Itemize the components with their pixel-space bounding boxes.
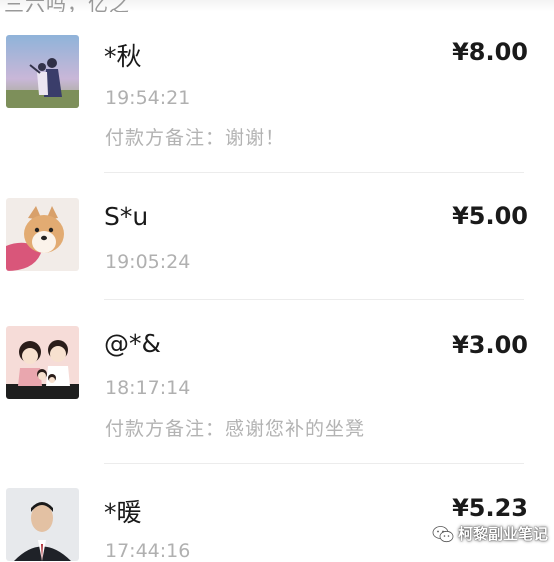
payment-remark: 付款方备注：感谢您补的坐凳 (105, 418, 366, 440)
avatar (6, 488, 79, 561)
avatar (6, 198, 79, 271)
avatar (6, 35, 79, 108)
payment-time: 18:17:14 (105, 377, 191, 399)
payment-amount: ¥8.00 (452, 38, 528, 66)
payment-time: 19:05:24 (105, 251, 191, 273)
payer-name: S*u (104, 202, 149, 231)
watermark-text: 柯黎副业笔记 (457, 525, 548, 543)
payment-time: 19:54:21 (105, 87, 191, 109)
divider (104, 299, 524, 300)
payment-amount: ¥5.23 (452, 494, 528, 522)
wechat-icon (432, 525, 454, 542)
avatar (6, 326, 79, 399)
payment-amount: ¥3.00 (452, 331, 528, 359)
top-cropped-header: 三六吗，亿之 (0, 0, 554, 12)
watermark: 柯黎副业笔记 (432, 523, 548, 544)
payment-time: 17:44:16 (105, 540, 191, 562)
payer-name: *暖 (104, 498, 142, 527)
cropped-header-text: 三六吗，亿之 (4, 0, 130, 12)
payer-name: @*& (104, 329, 161, 358)
divider (104, 463, 524, 464)
payer-name: *秋 (104, 42, 142, 71)
payment-amount: ¥5.00 (452, 202, 528, 230)
divider (104, 172, 524, 173)
payment-remark: 付款方备注：谢谢！ (105, 127, 286, 149)
